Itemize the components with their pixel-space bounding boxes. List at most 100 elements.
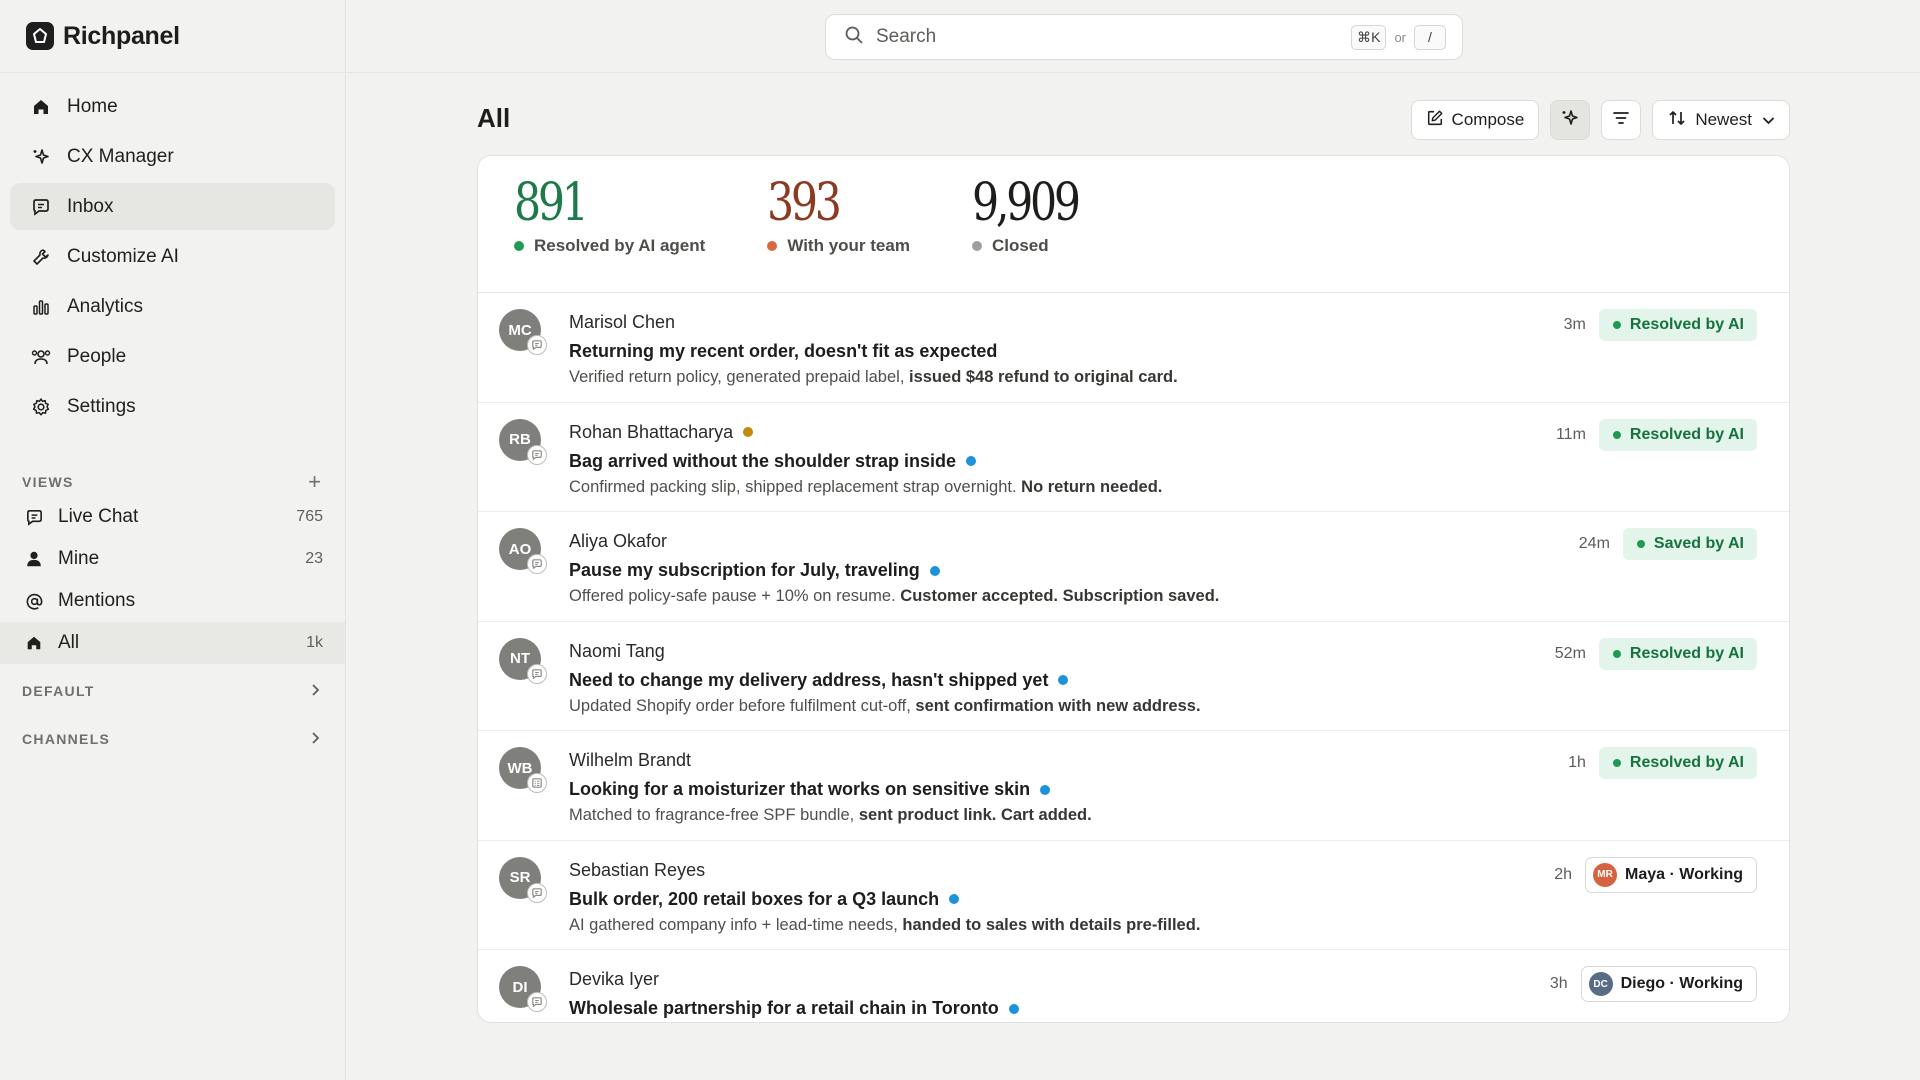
summary-outcome: sent product link. Cart added. [858, 806, 1092, 824]
brand[interactable]: Richpanel [0, 0, 345, 73]
conversation-row[interactable]: AO Aliya Okafor Pause my subscription for … [478, 512, 1789, 622]
subject-row: Looking for a moisturizer that works on … [569, 779, 1051, 800]
view-item-mentions[interactable]: Mentions [0, 580, 345, 622]
ai-toggle-button[interactable] [1550, 100, 1591, 140]
ai-summary: Updated Shopify order before fulfilment … [569, 697, 1201, 716]
view-label: Mentions [58, 590, 136, 611]
customer-name-row: Rohan Bhattacharya [569, 422, 754, 443]
timestamp: 24m [1578, 535, 1610, 552]
stat-label: With your team [787, 235, 910, 255]
conversation-row[interactable]: RB Rohan Bhattacharya Bag arrived without … [478, 403, 1789, 512]
view-count: 1k [306, 634, 323, 651]
add-view-button[interactable]: + [308, 469, 321, 495]
people-icon [30, 346, 52, 368]
ai-summary: Confirmed packing slip, shipped replacem… [569, 478, 1162, 497]
unread-dot [966, 456, 977, 466]
status-dot [1612, 430, 1621, 439]
conversation-subject: Need to change my delivery address, hasn… [569, 669, 1049, 690]
main-nav: Home CX Manager Inbox Customize AI Analy… [0, 73, 345, 430]
nav-item-home[interactable]: Home [10, 83, 335, 130]
conversation-row[interactable]: DI Devika Iyer Wholesale partnership for a… [478, 950, 1789, 1022]
compose-label: Compose [1451, 110, 1525, 129]
search-bar[interactable]: Search ⌘K or / [825, 14, 1463, 60]
view-count: 23 [305, 550, 323, 567]
default-section[interactable]: DEFAULT [0, 667, 345, 715]
summary-outcome: Customer accepted. Subscription saved. [900, 587, 1220, 605]
gear-icon [30, 396, 52, 418]
sort-dropdown[interactable]: Newest [1652, 100, 1790, 140]
view-item-live-chat[interactable]: Live Chat 765 [0, 496, 345, 538]
conversation-subject: Pause my subscription for July, travelin… [569, 560, 920, 580]
chat-channel-icon [527, 444, 547, 465]
stat-resolved-by-ai[interactable]: 891 Resolved by AI agent [514, 156, 705, 292]
status-badge: Saved by AI [1622, 528, 1757, 560]
view-count: 765 [296, 508, 323, 525]
priority-dot [743, 427, 754, 437]
timestamp: 2h [1554, 865, 1573, 883]
chat-channel-icon [527, 554, 547, 574]
compose-icon [1426, 109, 1444, 132]
unread-dot [1058, 675, 1069, 685]
subject-row: Bulk order, 200 retail boxes for a Q3 la… [569, 889, 960, 910]
status-dot [1612, 649, 1621, 658]
customer-name-row: Aliya Okafor [569, 531, 667, 552]
stat-value: 9,909 [971, 173, 1081, 233]
summary-outcome: sent confirmation with new address. [915, 696, 1201, 715]
summary-outcome: handed to sales with details pre-filled. [902, 915, 1201, 934]
customer-name-row: Devika Iyer [569, 969, 659, 990]
sparkle-icon [30, 146, 52, 168]
search-shortcut: ⌘K [1351, 24, 1387, 50]
conversation-subject: Returning my recent order, doesn't fit a… [569, 341, 998, 361]
customer-name: Sebastian Reyes [569, 859, 706, 880]
nav-item-customize-ai[interactable]: Customize AI [10, 233, 335, 280]
chevron-down-icon [1762, 110, 1775, 130]
stat-closed[interactable]: 9,909 Closed [971, 156, 1101, 292]
conversation-panel: 891 Resolved by AI agent 393 With your team… [477, 155, 1790, 1023]
conversation-row[interactable]: NT Naomi Tang Need to change my delivery a… [478, 622, 1789, 731]
app-name: Richpanel [63, 21, 180, 50]
default-title: DEFAULT [22, 683, 95, 699]
summary-text: Offered policy-safe pause + 10% on resum… [569, 587, 896, 605]
view-label: Mine [58, 548, 100, 569]
nav-item-people[interactable]: People [10, 333, 335, 380]
view-item-mine[interactable]: Mine 23 [0, 538, 345, 580]
conversation-subject: Looking for a moisturizer that works on … [569, 779, 1031, 799]
filter-icon [1611, 108, 1631, 133]
wrench-icon [30, 246, 52, 268]
filter-button[interactable] [1601, 100, 1642, 140]
customer-name-row: Wilhelm Brandt [569, 750, 691, 771]
conversation-row[interactable]: WB Wilhelm Brandt Looking for a moisturize… [478, 731, 1789, 841]
chat-channel-icon [527, 663, 547, 684]
channels-section[interactable]: CHANNELS [0, 715, 345, 763]
nav-item-settings[interactable]: Settings [10, 383, 335, 430]
nav-item-cx-manager[interactable]: CX Manager [10, 133, 335, 180]
customer-name: Naomi Tang [569, 640, 665, 661]
channels-title: CHANNELS [22, 731, 111, 747]
row-meta: 24m Saved by AI [1579, 528, 1757, 560]
assignee-badge[interactable]: DC Diego · Working [1580, 966, 1757, 1002]
status-text: Resolved by AI [1629, 754, 1744, 771]
subject-row: Pause my subscription for July, travelin… [569, 560, 940, 581]
customer-name-row: Naomi Tang [569, 641, 665, 662]
conversation-row[interactable]: SR Sebastian Reyes Bulk order, 200 retail … [478, 841, 1789, 950]
conversation-subject: Wholesale partnership for a retail chain… [569, 998, 999, 1018]
ai-summary: Verified return policy, generated prepai… [569, 368, 1178, 387]
compose-button[interactable]: Compose [1410, 100, 1540, 140]
shortcut-or: or [1394, 29, 1406, 45]
nav-item-inbox[interactable]: Inbox [10, 183, 335, 230]
view-item-all[interactable]: All 1k [0, 622, 345, 664]
stat-with-your-team[interactable]: 393 With your team [767, 156, 910, 292]
summary-text: Confirmed packing slip, shipped replacem… [569, 477, 1017, 496]
home-icon [24, 633, 44, 653]
summary-text: AI gathered company info + lead-time nee… [569, 915, 898, 934]
customer-name: Aliya Okafor [569, 531, 668, 551]
status-badge: Resolved by AI [1598, 637, 1757, 670]
form-channel-icon [527, 773, 547, 793]
search-input[interactable]: Search [876, 26, 1351, 48]
nav-item-analytics[interactable]: Analytics [10, 283, 335, 330]
conversation-row[interactable]: MC Marisol Chen Returning my recent order,… [478, 293, 1789, 403]
topbar: Search ⌘K or / [347, 0, 1920, 73]
row-meta: 52m Resolved by AI [1555, 637, 1757, 670]
assignee-badge[interactable]: MR Maya · Working [1585, 856, 1757, 893]
stat-label-row: Resolved by AI agent [514, 236, 705, 256]
